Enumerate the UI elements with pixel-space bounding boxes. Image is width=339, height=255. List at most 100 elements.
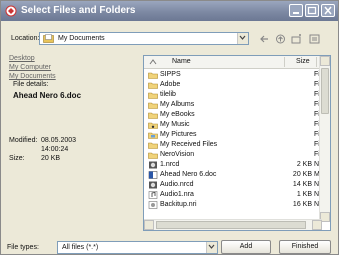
nero-file-icon (149, 161, 157, 169)
chevron-down-icon (239, 35, 246, 40)
my-documents-icon (43, 34, 54, 43)
nero-file-icon (149, 181, 157, 189)
column-divider[interactable] (284, 57, 285, 67)
file-name: My Music (160, 121, 190, 128)
footer-bar: File types: All files (*.*) Add Finished (1, 239, 338, 255)
location-dropdown-arrow[interactable] (237, 33, 248, 44)
close-icon (324, 6, 332, 15)
file-name: My Received Files (160, 141, 218, 148)
file-row[interactable]: Adobe Fi (144, 80, 330, 90)
select-files-dialog: Select Files and Folders Location: My Do… (0, 0, 339, 255)
file-row[interactable]: 1.nrcd 2 KB N (144, 160, 330, 170)
minimize-icon (293, 12, 299, 14)
up-folder-icon[interactable] (275, 34, 286, 44)
file-row[interactable]: My eBooks Fi (144, 110, 330, 120)
name-column-header[interactable]: Name (172, 58, 191, 65)
file-details-label: File details: (13, 81, 49, 88)
title-bar[interactable]: Select Files and Folders (1, 1, 338, 21)
file-name: NeroVision (160, 151, 195, 158)
word-doc-icon (148, 171, 158, 179)
add-button[interactable]: Add (221, 240, 271, 254)
file-row[interactable]: Backitup.nri 16 KB N (144, 200, 330, 210)
file-types-dropdown[interactable]: All files (*.*) (57, 241, 218, 254)
file-row[interactable]: Audio1.nra 1 KB N (144, 190, 330, 200)
folder-icon (148, 142, 158, 149)
window-title: Select Files and Folders (21, 5, 136, 16)
sort-up-arrow-icon[interactable] (148, 58, 158, 66)
file-size: 1 KB (296, 191, 312, 198)
file-size: 2 KB (296, 161, 312, 168)
scroll-up-button[interactable] (320, 56, 330, 66)
file-name: tilelib (160, 91, 176, 98)
folder-icon (148, 92, 158, 99)
column-divider[interactable] (316, 57, 317, 67)
my-computer-link[interactable]: My Computer (9, 64, 51, 71)
file-types-label: File types: (7, 244, 39, 251)
pictures-folder-icon (148, 132, 158, 139)
modified-time: 14:00:24 (41, 146, 69, 153)
view-menu-icon[interactable] (309, 34, 320, 44)
file-name: My Pictures (160, 131, 197, 138)
file-name: Audio.nrcd (160, 181, 194, 188)
file-size: 16 KB (292, 201, 312, 208)
file-row[interactable]: My Received Files Fi (144, 140, 330, 150)
back-arrow-icon[interactable] (259, 34, 270, 44)
details-panel: Desktop My Computer My Documents File de… (9, 55, 137, 231)
vertical-scrollbar[interactable] (319, 56, 330, 222)
folder-icon (148, 72, 158, 79)
folder-icon (148, 112, 158, 119)
list-header: Name Size (144, 56, 322, 69)
file-name: My Albums (160, 101, 195, 108)
file-types-value: All files (*.*) (62, 244, 99, 251)
maximize-button[interactable] (305, 4, 319, 17)
file-name: SIPPS (160, 71, 181, 78)
chevron-down-icon (208, 244, 215, 249)
size-value: 20 KB (41, 155, 61, 162)
nero-image-file-icon (148, 201, 158, 209)
folder-icon (148, 82, 158, 89)
modified-date: 08.05.2003 (41, 137, 77, 144)
file-name: Adobe (160, 81, 181, 88)
location-value: My Documents (58, 35, 105, 42)
scroll-thumb[interactable] (321, 68, 329, 114)
folder-icon (148, 152, 158, 159)
file-row[interactable]: Audio.nrcd 14 KB N (144, 180, 330, 190)
file-row[interactable]: SIPPS Fi (144, 70, 330, 80)
file-name: Ahead Nero 6.doc (160, 171, 217, 178)
nero-audio-file-icon (148, 191, 158, 199)
scroll-right-button[interactable] (312, 220, 322, 230)
file-row[interactable]: tilelib Fi (144, 90, 330, 100)
new-folder-icon[interactable] (291, 34, 302, 44)
file-row[interactable]: Ahead Nero 6.doc 20 KB M (144, 170, 330, 180)
file-name: Backitup.nri (160, 201, 197, 208)
file-name: 1.nrcd (160, 161, 180, 168)
file-name: My eBooks (160, 111, 195, 118)
size-column-header[interactable]: Size (296, 58, 310, 65)
file-size: 14 KB (292, 181, 312, 188)
file-row[interactable]: My Music Fi (144, 120, 330, 130)
file-row[interactable]: My Pictures Fi (144, 130, 330, 140)
minimize-button[interactable] (289, 4, 303, 17)
desktop-link[interactable]: Desktop (9, 55, 35, 62)
file-list[interactable]: Name Size SIPPS Fi Adobe Fi tilelib Fi My Albu… (143, 55, 331, 231)
file-types-dropdown-arrow[interactable] (206, 242, 217, 253)
scroll-left-button[interactable] (144, 220, 154, 230)
nero-logo-icon (5, 5, 17, 17)
modified-label: Modified: (9, 137, 38, 144)
music-folder-icon (148, 122, 158, 129)
location-dropdown[interactable]: My Documents (39, 32, 249, 45)
file-row[interactable]: NeroVision Fi (144, 150, 330, 160)
folder-icon (148, 102, 158, 109)
horizontal-scrollbar[interactable] (144, 219, 322, 230)
file-row[interactable]: My Albums Fi (144, 100, 330, 110)
size-label: Size: (9, 155, 25, 162)
horizontal-scroll-thumb[interactable] (156, 221, 306, 229)
selected-file-name: Ahead Nero 6.doc (13, 91, 82, 100)
maximize-icon (307, 6, 317, 15)
file-name: Audio1.nra (160, 191, 194, 198)
location-bar: Location: My Documents (1, 31, 338, 47)
location-label: Location: (11, 35, 40, 42)
close-button[interactable] (321, 4, 335, 17)
my-documents-link[interactable]: My Documents (9, 73, 56, 80)
finished-button[interactable]: Finished (279, 240, 331, 254)
